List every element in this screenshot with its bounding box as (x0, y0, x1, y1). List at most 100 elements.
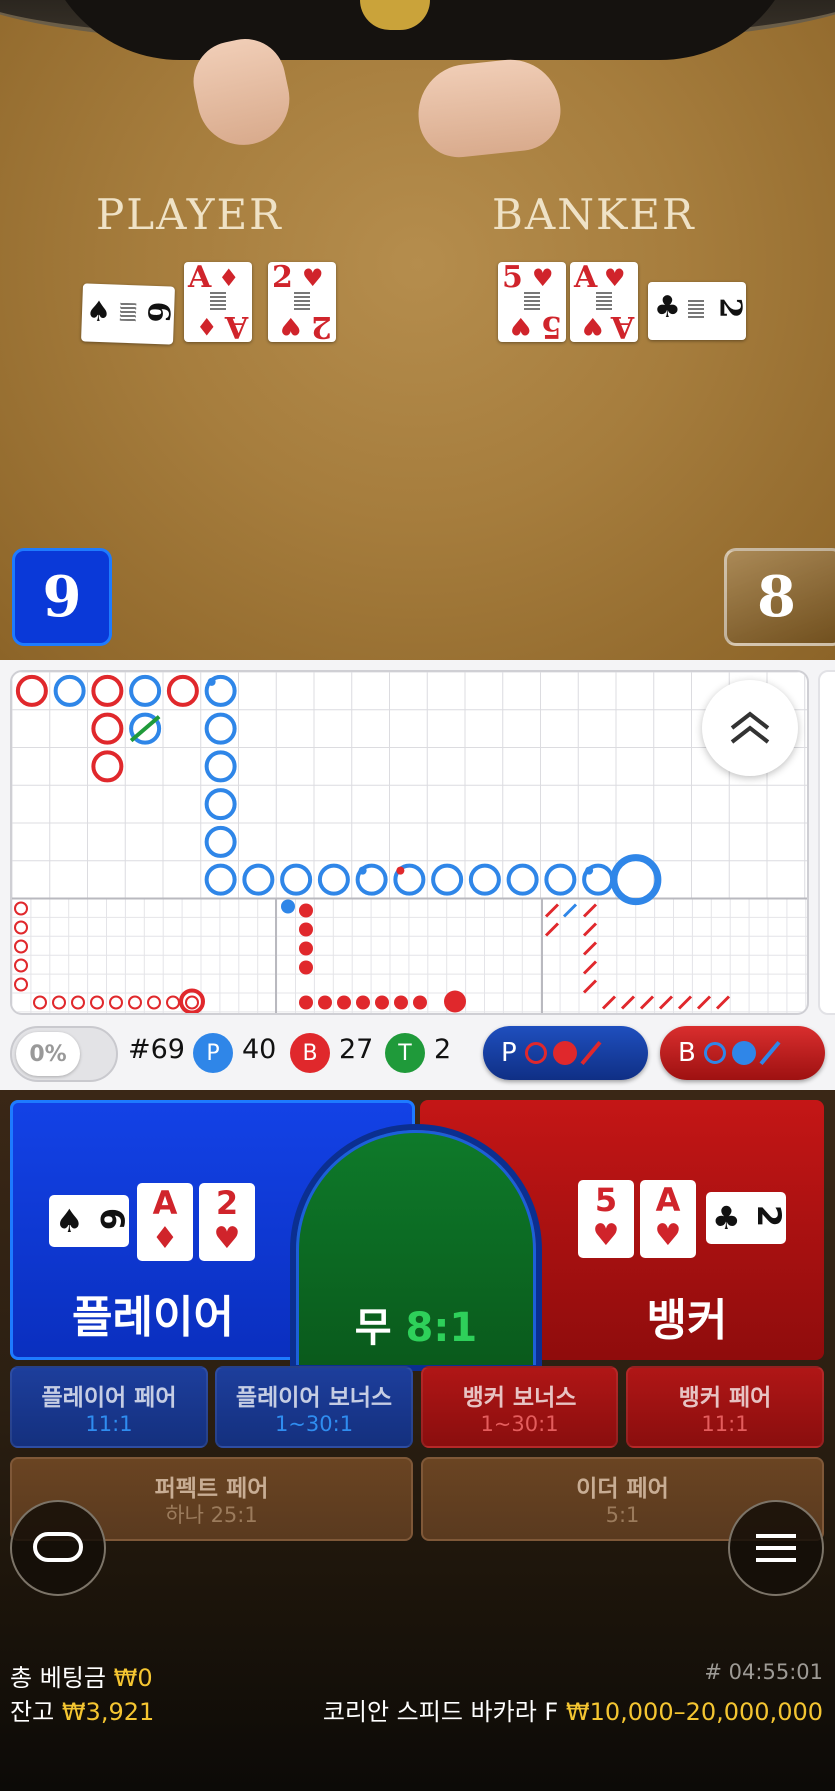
tie-count: 2 (434, 1034, 452, 1065)
cockroach-marker (582, 922, 598, 937)
player-win-marker (544, 863, 577, 896)
banker-bonus-bet[interactable]: 뱅커 보너스 1~30:1 (421, 1366, 618, 1448)
double-chevron-up-icon (730, 711, 770, 744)
roadmap-panel[interactable] (10, 670, 809, 1015)
banker-bonus-label: 뱅커 보너스 (462, 1385, 577, 1411)
small-road-marker (299, 903, 313, 918)
big-eye-marker (14, 958, 28, 973)
cockroach-marker (639, 995, 655, 1010)
tie-count-badge: T (385, 1033, 425, 1073)
felt-player-card-2: A ♦ A ♦ (184, 262, 252, 344)
big-eye-marker (14, 939, 28, 954)
pair-dot-marker (396, 866, 405, 875)
cockroach-marker (544, 922, 560, 937)
small-road-marker (394, 995, 408, 1010)
player-pair-bet[interactable]: 플레이어 페어 11:1 (10, 1366, 208, 1448)
tie-bet-spot[interactable]: 무 8:1 (296, 1130, 536, 1365)
ask-ring-icon (524, 1042, 547, 1064)
player-win-marker (204, 750, 237, 783)
felt-banker-card-1: 5 ♥ 5 ♥ (498, 262, 566, 344)
player-bet-label: 플레이어 (72, 1292, 234, 1343)
tie-bet-label: 무 8:1 (299, 1295, 533, 1353)
pair-dot-marker (207, 677, 216, 686)
table-info: 코리안 스피드 바카라 F ₩10,000–20,000,000 (323, 1692, 823, 1727)
cockroach-marker (562, 903, 578, 918)
small-road-marker (299, 960, 313, 975)
pair-dot-marker (358, 866, 367, 875)
tie-label: 무 (354, 1305, 392, 1351)
player-score: 9 (12, 548, 112, 646)
balance-value: ₩3,921 (61, 1698, 155, 1726)
perfect-pair-label: 퍼펙트 페어 (154, 1476, 269, 1502)
banker-card-3: ♣ 2 (706, 1192, 788, 1244)
dealer-right-hand (413, 54, 565, 162)
banker-wins-count: 27 (339, 1034, 374, 1065)
player-win-marker (129, 674, 162, 707)
current-result-marker (610, 854, 662, 906)
banker-win-marker (15, 674, 48, 707)
big-eye-marker (14, 920, 28, 935)
player-wins-badge: P (193, 1033, 233, 1073)
hamburger-menu-icon (756, 1534, 796, 1562)
small-road-marker (318, 995, 332, 1010)
banker-win-marker (91, 674, 124, 707)
total-bet: 총 베팅금 ₩0 (10, 1658, 153, 1693)
ask-player-button[interactable]: P (483, 1026, 648, 1080)
cockroach-marker (582, 941, 598, 956)
player-win-marker (468, 863, 501, 896)
big-eye-marker (147, 995, 161, 1010)
banker-win-marker (91, 750, 124, 783)
chat-button[interactable] (10, 1500, 106, 1596)
banker-card-2: A ♥ (640, 1180, 696, 1258)
cockroach-marker (696, 995, 712, 1010)
player-card-3: 2 ♥ (199, 1183, 255, 1261)
cockroach-marker (677, 995, 693, 1010)
ask-dot-icon (552, 1041, 577, 1065)
small-road-marker (337, 995, 351, 1010)
small-road-marker (281, 899, 295, 914)
menu-button[interactable] (728, 1500, 824, 1596)
ask-slash-icon (759, 1040, 781, 1066)
banker-wins-badge: B (290, 1033, 330, 1073)
cockroach-marker (582, 979, 598, 994)
round-id: # 04:55:01 (704, 1660, 823, 1684)
big-eye-marker (128, 995, 142, 1010)
ask-banker-button[interactable]: B (660, 1026, 825, 1080)
banker-win-marker (91, 712, 124, 745)
cockroach-marker (658, 995, 674, 1010)
player-win-marker (317, 863, 350, 896)
felt-player-label: PLAYER (96, 190, 283, 239)
player-wins-count: 40 (242, 1034, 277, 1065)
ask-dot-icon (731, 1041, 756, 1065)
player-card-1: ♠ 6 (49, 1195, 131, 1247)
banker-bet-label: 뱅커 (646, 1295, 728, 1346)
felt-player-card-1: ♠ 6 (81, 283, 176, 345)
banker-pair-label: 뱅커 페어 (678, 1385, 772, 1411)
percent-value: 0% (16, 1032, 80, 1076)
expand-roadmap-button[interactable] (702, 680, 798, 776)
cockroach-marker (582, 903, 598, 918)
cockroach-marker (544, 903, 560, 918)
betting-area: ♠ 6 A ♦ 2 ♥ 플레이어 5 ♥ A ♥ ♣ 2 뱅커 무 8:1 플레… (0, 1090, 835, 1791)
balance: 잔고 ₩3,921 (10, 1692, 154, 1727)
small-road-current (444, 990, 466, 1013)
big-eye-marker (33, 995, 47, 1010)
banker-pair-odds: 11:1 (701, 1412, 749, 1436)
secondary-road-panel[interactable] (818, 670, 835, 1015)
banker-score: 8 (724, 548, 835, 646)
felt-banker-card-2: A ♥ A ♥ (570, 262, 638, 344)
percent-toggle[interactable]: 0% (10, 1026, 118, 1082)
big-eye-marker (52, 995, 66, 1010)
big-eye-marker (166, 995, 180, 1010)
player-bonus-bet[interactable]: 플레이어 보너스 1~30:1 (215, 1366, 413, 1448)
player-card-2: A ♦ (137, 1183, 193, 1261)
pair-dot-marker (585, 866, 594, 875)
banker-pair-bet[interactable]: 뱅커 페어 11:1 (626, 1366, 824, 1448)
player-pair-odds: 11:1 (85, 1412, 133, 1436)
big-eye-marker (71, 995, 85, 1010)
player-win-marker (204, 712, 237, 745)
small-road-marker (299, 922, 313, 937)
small-road-marker (299, 941, 313, 956)
round-count: #69 (128, 1034, 185, 1065)
ask-banker-label: B (678, 1038, 696, 1068)
